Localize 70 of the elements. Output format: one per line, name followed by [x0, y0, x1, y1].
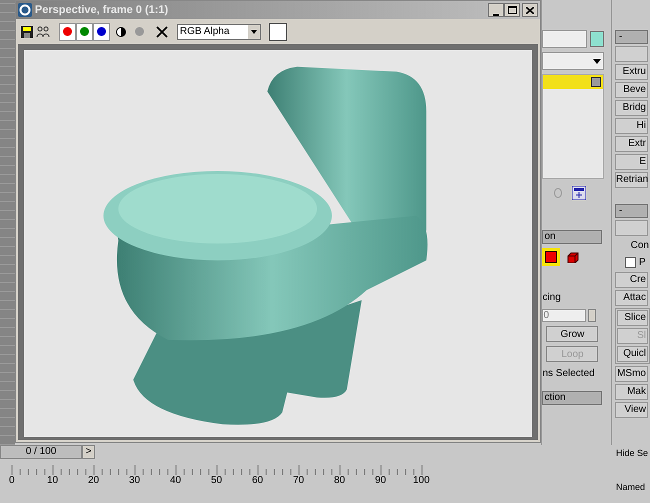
selection-level-button[interactable]: [542, 248, 560, 266]
frame-counter[interactable]: 0 / 100: [0, 445, 82, 459]
command-button[interactable]: E: [615, 154, 648, 170]
command-button[interactable]: MSmo: [615, 366, 648, 382]
close-button[interactable]: [522, 3, 538, 17]
ruler-label: 90: [375, 475, 386, 487]
field-label: Con: [630, 239, 650, 253]
dot-icon: [80, 27, 89, 36]
dot-icon: [62, 27, 72, 36]
polygon-icon: [545, 251, 558, 263]
rollout-header[interactable]: on: [542, 230, 602, 244]
command-button[interactable]: Hi: [615, 118, 648, 134]
toggle-icon[interactable]: [591, 77, 602, 87]
monochrome-icon[interactable]: [116, 26, 126, 36]
ruler-label: 80: [334, 475, 346, 487]
command-button[interactable]: Slice: [617, 310, 648, 326]
field-label: Hide Se: [616, 447, 648, 460]
dropdown-arrow-icon: [593, 58, 602, 64]
command-button[interactable]: Extru: [615, 64, 648, 80]
ruler-label: 30: [129, 475, 140, 487]
configure-icon[interactable]: [572, 186, 586, 200]
field-label: Named: [616, 480, 646, 494]
rollout-button[interactable]: Grow: [546, 326, 598, 342]
rollout-header[interactable]: ction: [542, 391, 602, 405]
channel-toggle[interactable]: [58, 22, 76, 40]
checkbox[interactable]: [625, 257, 636, 268]
object-color-swatch[interactable]: [590, 31, 604, 47]
window-title: Perspective, frame 0 (1:1): [34, 2, 170, 18]
command-button[interactable]: Retrian: [615, 172, 648, 188]
minimize-icon: [493, 14, 500, 16]
save-icon[interactable]: [20, 26, 33, 38]
command-button[interactable]: Quicl: [617, 346, 648, 362]
command-button[interactable]: Beve: [615, 82, 648, 98]
clear-icon[interactable]: [156, 26, 168, 38]
command-button[interactable]: View: [615, 402, 648, 418]
next-frame-button[interactable]: >: [82, 445, 95, 459]
ruler-label: 10: [47, 475, 58, 487]
dot-icon: [96, 27, 106, 36]
color-swatch[interactable]: [268, 22, 287, 40]
spinner-field[interactable]: 0: [542, 309, 586, 322]
command-button[interactable]: Cre: [615, 272, 648, 288]
rollout-header[interactable]: -: [615, 30, 648, 44]
checkbox-label: P: [639, 256, 646, 270]
command-button[interactable]: Extr: [615, 136, 648, 152]
channel-toggle[interactable]: [92, 22, 110, 40]
channel-dropdown[interactable]: RGB Alpha: [176, 24, 261, 40]
minimize-button[interactable]: [488, 3, 504, 17]
ruler-label: 60: [252, 475, 264, 487]
ruler-label: 70: [293, 475, 304, 487]
maximize-icon: [508, 6, 517, 14]
name-field[interactable]: [542, 30, 588, 48]
command-button[interactable]: Bridg: [615, 100, 648, 116]
rollout-header[interactable]: -: [615, 204, 648, 218]
field-label: cing: [542, 291, 562, 305]
clone-icon[interactable]: [36, 26, 50, 38]
cube-icon: [567, 252, 580, 262]
ruler-label: 40: [170, 475, 182, 487]
channel-toggle[interactable]: [76, 22, 93, 40]
selection-status: ns Selected: [542, 367, 596, 381]
maximize-button[interactable]: [504, 3, 520, 17]
ruler-label: 0: [9, 475, 15, 487]
ruler-label: 20: [88, 475, 100, 487]
stack-row[interactable]: [543, 75, 604, 89]
ruler-label: 50: [211, 475, 222, 487]
ruler-label: 100: [413, 475, 430, 487]
dot-icon[interactable]: [134, 27, 144, 36]
app-logo-icon: [18, 3, 32, 17]
command-button[interactable]: Attac: [615, 290, 648, 306]
close-icon: [526, 6, 534, 14]
command-button[interactable]: Mak: [615, 384, 648, 400]
